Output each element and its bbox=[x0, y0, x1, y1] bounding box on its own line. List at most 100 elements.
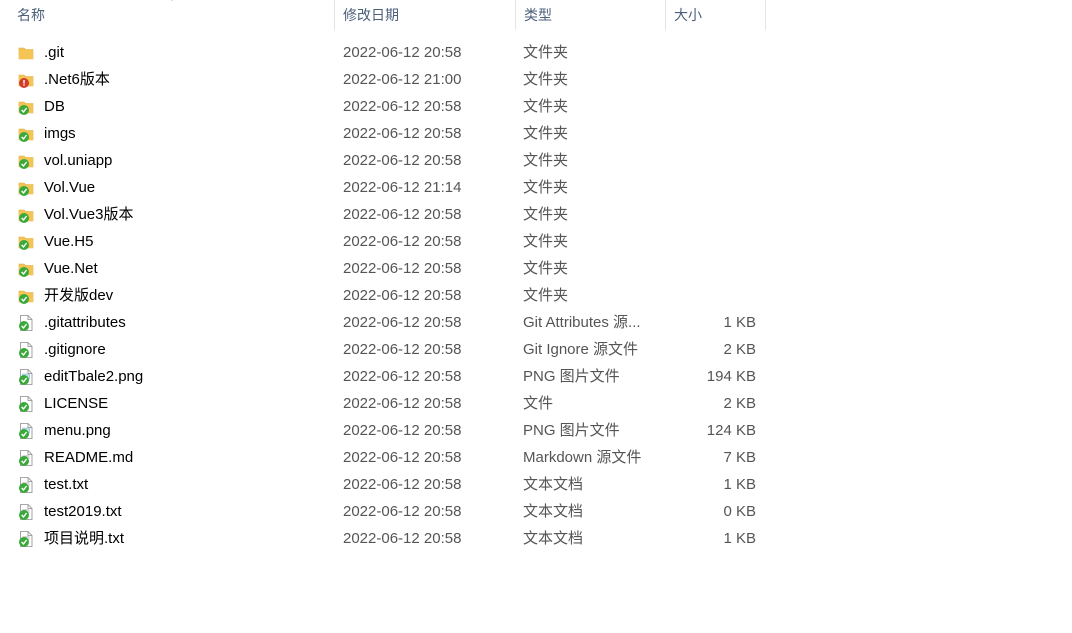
file-type: 文件夹 bbox=[523, 179, 569, 196]
file-date-modified: 2022-06-12 20:58 bbox=[343, 341, 462, 358]
file-name: vol.uniapp bbox=[44, 152, 113, 169]
file-type: Git Attributes 源... bbox=[523, 314, 641, 331]
image-synced-icon bbox=[19, 369, 33, 385]
file-type: Git Ignore 源文件 bbox=[523, 341, 639, 358]
file-name: .gitattributes bbox=[44, 314, 126, 331]
column-header-type[interactable]: 类型 bbox=[516, 0, 666, 30]
file-name: editTbale2.png bbox=[44, 368, 144, 385]
file-date-modified: 2022-06-12 20:58 bbox=[343, 152, 462, 169]
file-size: 2 KB bbox=[723, 395, 756, 412]
file-date-modified: 2022-06-12 21:14 bbox=[343, 179, 462, 196]
file-date-modified: 2022-06-12 20:58 bbox=[343, 233, 462, 250]
file-row[interactable]: 项目说明.txt 2022-06-12 20:58 文本文档 1 KB bbox=[0, 525, 1072, 552]
column-header-name[interactable]: 名称 bbox=[8, 0, 335, 30]
file-type: 文件夹 bbox=[523, 44, 569, 61]
file-row[interactable]: vol.uniapp 2022-06-12 20:58 文件夹 bbox=[0, 147, 1072, 174]
file-type: 文件夹 bbox=[523, 287, 569, 304]
file-date-modified: 2022-06-12 20:58 bbox=[343, 314, 462, 331]
file-row[interactable]: editTbale2.png 2022-06-12 20:58 PNG 图片文件 19… bbox=[0, 363, 1072, 390]
file-row[interactable]: Vue.H5 2022-06-12 20:58 文件夹 bbox=[0, 228, 1072, 255]
file-row[interactable]: .gitignore 2022-06-12 20:58 Git Ignore 源文件… bbox=[0, 336, 1072, 363]
file-type: 文件夹 bbox=[523, 98, 569, 115]
file-row[interactable]: .git 2022-06-12 20:58 文件夹 bbox=[0, 39, 1072, 66]
file-date-modified: 2022-06-12 20:58 bbox=[343, 503, 462, 520]
file-row[interactable]: test.txt 2022-06-12 20:58 文本文档 1 KB bbox=[0, 471, 1072, 498]
file-row[interactable]: DB 2022-06-12 20:58 文件夹 bbox=[0, 93, 1072, 120]
folder-synced-icon bbox=[18, 101, 34, 115]
file-size: 1 KB bbox=[723, 314, 756, 331]
file-row[interactable]: test2019.txt 2022-06-12 20:58 文本文档 0 KB bbox=[0, 498, 1072, 525]
file-row[interactable]: 开发版dev 2022-06-12 20:58 文件夹 bbox=[0, 282, 1072, 309]
file-name: Vue.Net bbox=[44, 260, 98, 277]
file-size: 1 KB bbox=[723, 530, 756, 547]
file-date-modified: 2022-06-12 20:58 bbox=[343, 530, 462, 547]
file-size: 124 KB bbox=[706, 422, 756, 439]
file-type: 文本文档 bbox=[523, 476, 584, 493]
file-size: 194 KB bbox=[706, 368, 756, 385]
file-row[interactable]: imgs 2022-06-12 20:58 文件夹 bbox=[0, 120, 1072, 147]
file-row[interactable]: Vue.Net 2022-06-12 20:58 文件夹 bbox=[0, 255, 1072, 282]
file-size: 1 KB bbox=[723, 476, 756, 493]
file-type: 文件 bbox=[523, 395, 554, 412]
file-size: 0 KB bbox=[723, 503, 756, 520]
file-name: Vue.H5 bbox=[44, 233, 94, 250]
file-list: .git 2022-06-12 20:58 文件夹 .Net6版本 2022-06-12… bbox=[0, 39, 1072, 552]
file-size: 2 KB bbox=[723, 341, 756, 358]
file-date-modified: 2022-06-12 20:58 bbox=[343, 44, 462, 61]
file-name: menu.png bbox=[44, 422, 111, 439]
folder-synced-icon bbox=[18, 236, 34, 250]
file-date-modified: 2022-06-12 20:58 bbox=[343, 449, 462, 466]
file-date-modified: 2022-06-12 20:58 bbox=[343, 98, 462, 115]
file-type: 文本文档 bbox=[523, 503, 584, 520]
file-row[interactable]: README.md 2022-06-12 20:58 Markdown 源文件 7 K… bbox=[0, 444, 1072, 471]
file-date-modified: 2022-06-12 20:58 bbox=[343, 260, 462, 277]
file-row[interactable]: .Net6版本 2022-06-12 21:00 文件夹 bbox=[0, 66, 1072, 93]
file-date-modified: 2022-06-12 20:58 bbox=[343, 125, 462, 142]
file-date-modified: 2022-06-12 20:58 bbox=[343, 368, 462, 385]
file-type: PNG 图片文件 bbox=[523, 422, 620, 439]
file-name: .Net6版本 bbox=[44, 71, 110, 88]
file-name: test2019.txt bbox=[44, 503, 122, 520]
file-synced-icon bbox=[19, 315, 33, 331]
text-file-synced-icon bbox=[19, 450, 33, 466]
file-type: Markdown 源文件 bbox=[523, 449, 642, 466]
folder-synced-icon bbox=[18, 128, 34, 142]
file-name: Vol.Vue3版本 bbox=[44, 206, 134, 223]
file-name: 开发版dev bbox=[44, 287, 114, 304]
file-type: 文件夹 bbox=[523, 125, 569, 142]
file-synced-icon bbox=[19, 396, 33, 412]
file-type: 文件夹 bbox=[523, 206, 569, 223]
text-file-synced-icon bbox=[19, 504, 33, 520]
column-header-date-modified[interactable]: 修改日期 bbox=[335, 0, 516, 30]
column-header-size[interactable]: 大小 bbox=[666, 0, 766, 30]
file-date-modified: 2022-06-12 21:00 bbox=[343, 71, 462, 88]
file-name: README.md bbox=[44, 449, 134, 466]
file-size: 7 KB bbox=[723, 449, 756, 466]
file-name: Vol.Vue bbox=[44, 179, 96, 196]
image-synced-icon bbox=[19, 423, 33, 439]
file-row[interactable]: LICENSE 2022-06-12 20:58 文件 2 KB bbox=[0, 390, 1072, 417]
file-name: test.txt bbox=[44, 476, 89, 493]
file-name: imgs bbox=[44, 125, 76, 142]
file-row[interactable]: Vol.Vue3版本 2022-06-12 20:58 文件夹 bbox=[0, 201, 1072, 228]
file-synced-icon bbox=[19, 342, 33, 358]
file-type: 文件夹 bbox=[523, 233, 569, 250]
file-type: 文件夹 bbox=[523, 152, 569, 169]
file-date-modified: 2022-06-12 20:58 bbox=[343, 206, 462, 223]
text-file-synced-icon bbox=[19, 531, 33, 547]
column-header-bar: 名称 修改日期 类型 大小 bbox=[0, 0, 1072, 30]
file-date-modified: 2022-06-12 20:58 bbox=[343, 476, 462, 493]
file-row[interactable]: .gitattributes 2022-06-12 20:58 Git Attrib… bbox=[0, 309, 1072, 336]
file-row[interactable]: Vol.Vue 2022-06-12 21:14 文件夹 bbox=[0, 174, 1072, 201]
file-name: LICENSE bbox=[44, 395, 109, 412]
file-row[interactable]: menu.png 2022-06-12 20:58 PNG 图片文件 124 KB bbox=[0, 417, 1072, 444]
folder-synced-icon bbox=[18, 209, 34, 223]
folder-conflict-icon bbox=[18, 74, 34, 88]
folder-icon bbox=[18, 47, 34, 60]
file-date-modified: 2022-06-12 20:58 bbox=[343, 287, 462, 304]
folder-synced-icon bbox=[18, 263, 34, 277]
file-type: 文件夹 bbox=[523, 260, 569, 277]
file-type: PNG 图片文件 bbox=[523, 368, 620, 385]
file-type: 文本文档 bbox=[523, 530, 584, 547]
file-date-modified: 2022-06-12 20:58 bbox=[343, 422, 462, 439]
